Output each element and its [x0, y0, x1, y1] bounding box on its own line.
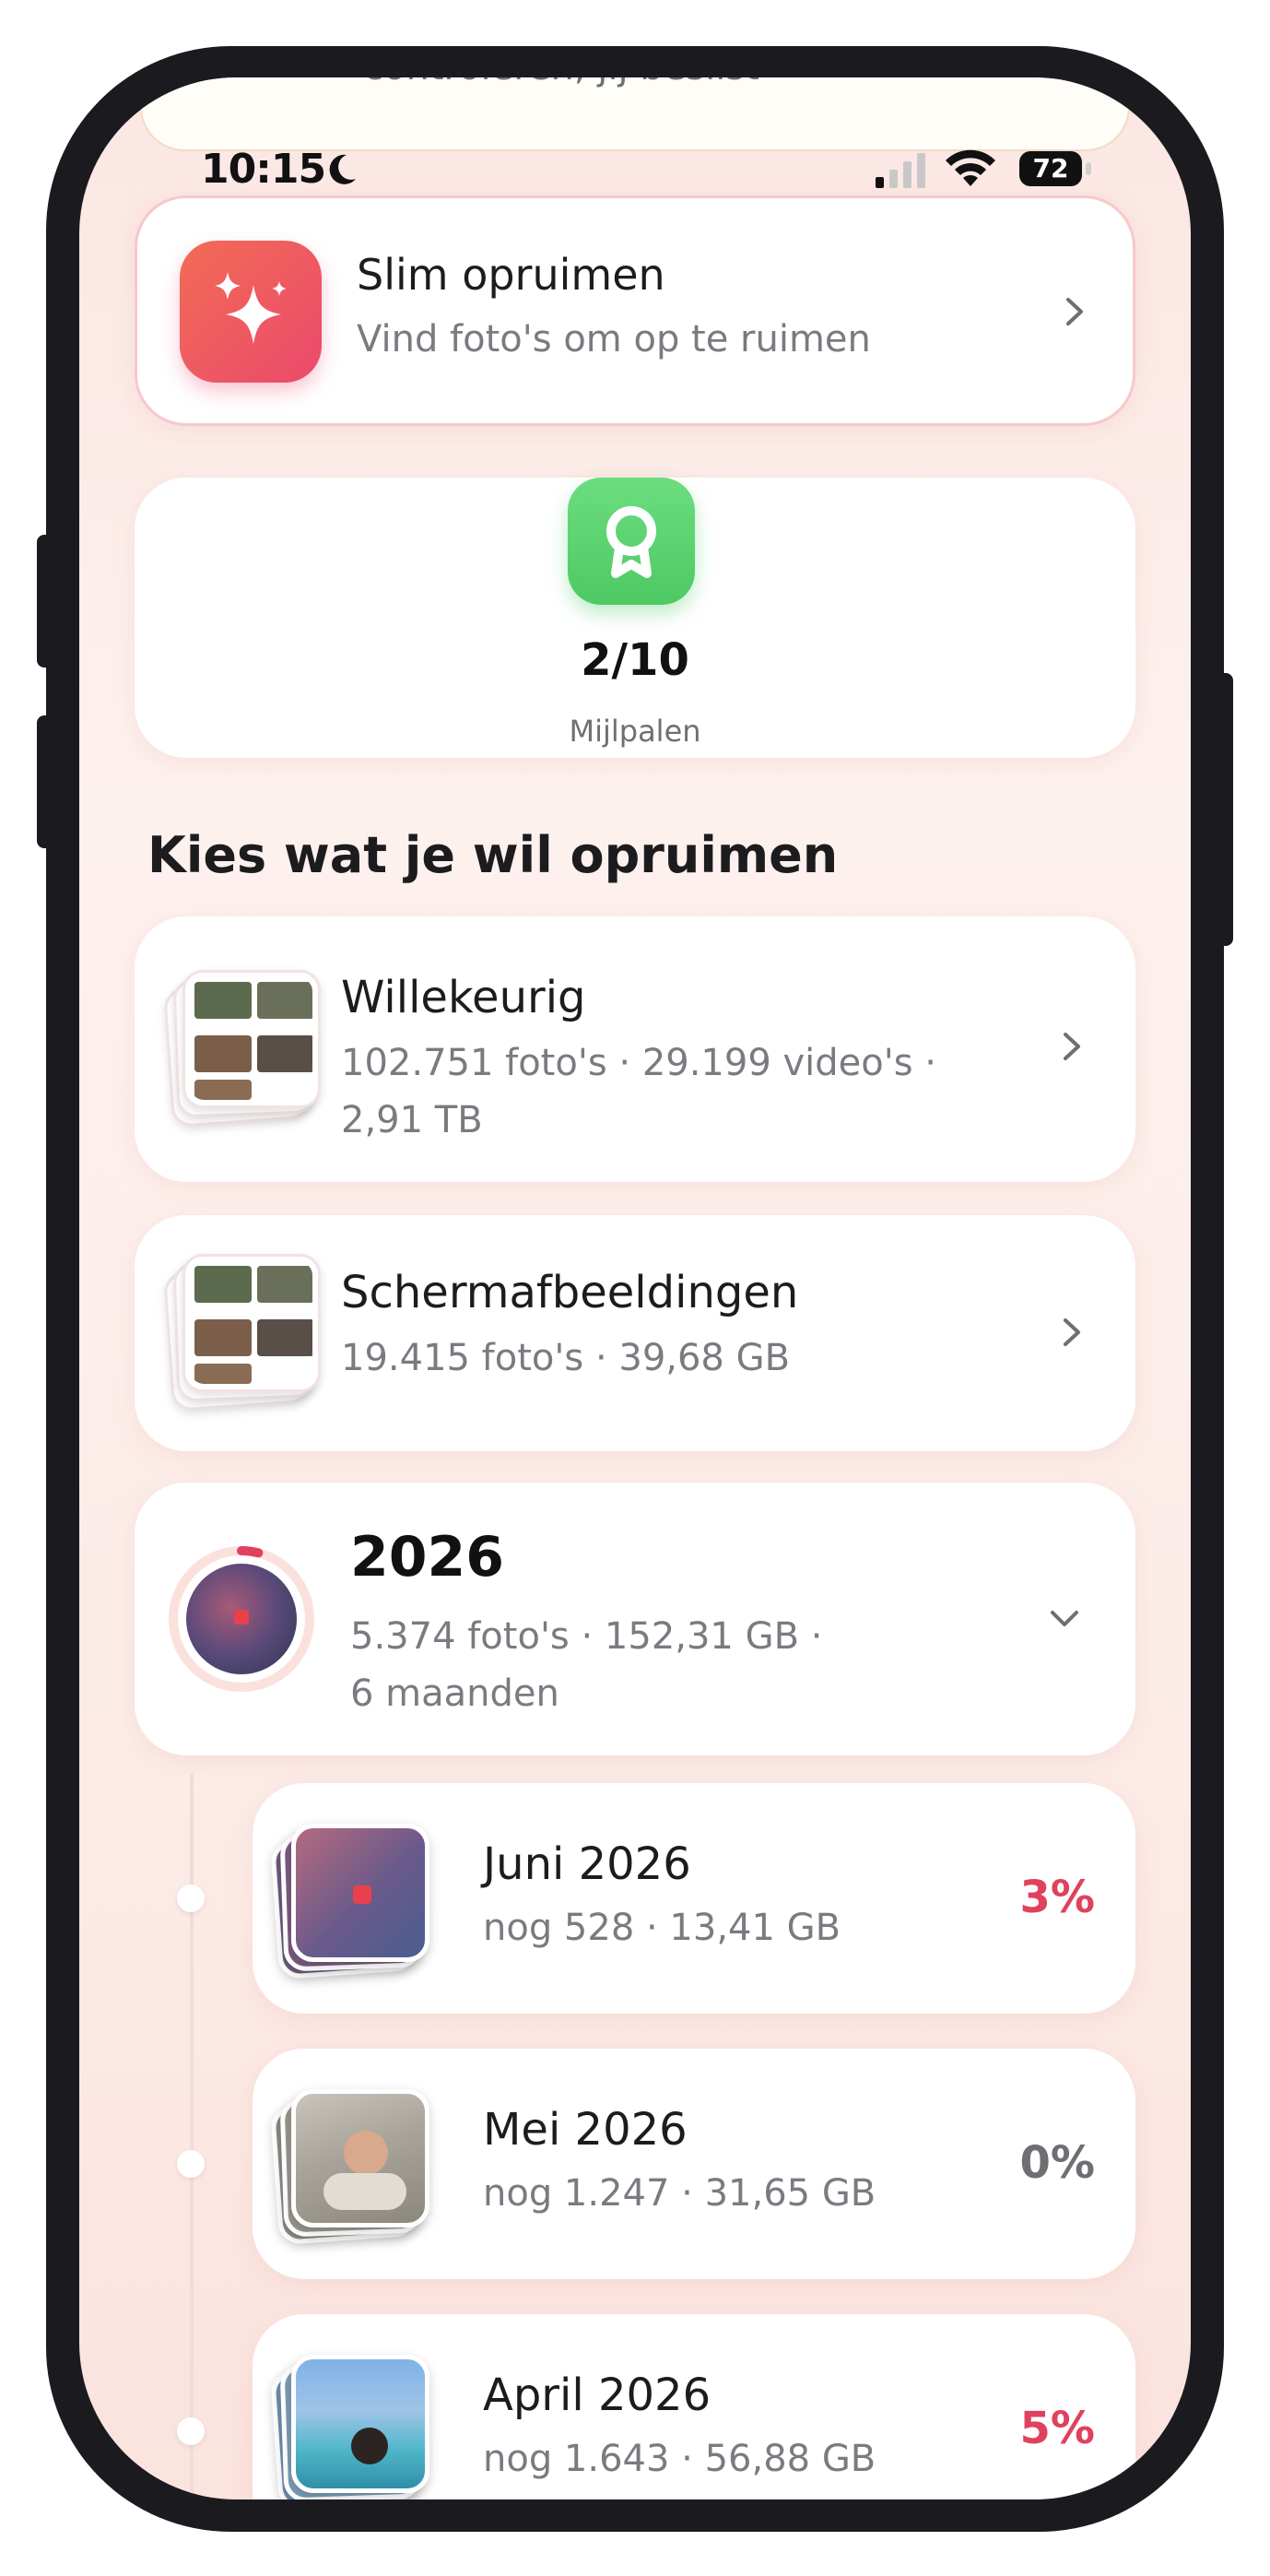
status-bar: 10:15 72: [79, 146, 1191, 201]
award-icon: [568, 478, 695, 605]
milestones-label: Mijlpalen: [569, 714, 701, 749]
month-title: Mei 2026: [483, 2104, 688, 2156]
year-2026-card[interactable]: 2026 5.374 foto's · 152,31 GB · 6 maande…: [135, 1483, 1135, 1755]
month-subtitle: nog 1.643 · 56,88 GB: [483, 2438, 876, 2480]
chevron-down-icon: [1051, 1611, 1078, 1626]
month-percent: 5%: [1019, 2403, 1096, 2454]
month-subtitle: nog 1.247 · 31,65 GB: [483, 2172, 876, 2215]
year-stats: 5.374 foto's · 152,31 GB ·: [350, 1615, 823, 1658]
month-thumbnail: [269, 1824, 441, 1980]
milestones-count: 2/10: [581, 634, 689, 686]
album-random-card[interactable]: Willekeurig 102.751 foto's · 29.199 vide…: [135, 916, 1135, 1182]
status-time: 10:15: [201, 146, 326, 193]
month-subtitle: nog 528 · 13,41 GB: [483, 1907, 841, 1949]
volume-up-button: [37, 715, 55, 848]
chevron-right-icon: [1064, 1033, 1080, 1060]
month-thumbnail: [269, 2355, 441, 2499]
month-timeline: [190, 1774, 194, 2499]
month-card-may[interactable]: Mei 2026 nog 1.247 · 31,65 GB 0%: [253, 2049, 1135, 2279]
month-title: April 2026: [483, 2369, 711, 2421]
peek-text: controleren, jij beslist: [363, 77, 759, 89]
timeline-dot: [177, 2150, 205, 2178]
moon-icon: [329, 154, 356, 184]
year-title: 2026: [350, 1525, 504, 1589]
smart-cleanup-subtitle: Vind foto's om op te ruimen: [357, 318, 871, 360]
section-title: Kies wat je wil opruimen: [147, 826, 839, 884]
signal-icon: [876, 153, 925, 188]
timeline-dot: [177, 2417, 205, 2445]
chevron-right-icon: [1064, 1318, 1080, 1346]
screen: controleren, jij beslist 10:15 72: [79, 77, 1191, 2499]
album-title: Willekeurig: [341, 972, 586, 1023]
wifi-icon: [946, 149, 995, 186]
month-card-april[interactable]: April 2026 nog 1.643 · 56,88 GB 5%: [253, 2314, 1135, 2499]
album-thumbnail: [162, 1254, 321, 1412]
album-stats: 102.751 foto's · 29.199 video's ·: [341, 1042, 937, 1084]
power-button: [1215, 673, 1233, 946]
year-months: 6 maanden: [350, 1672, 559, 1715]
album-screenshots-card[interactable]: Schermafbeeldingen 19.415 foto's · 39,68…: [135, 1215, 1135, 1451]
action-button: [37, 535, 55, 668]
album-title: Schermafbeeldingen: [341, 1267, 799, 1318]
month-percent: 0%: [1019, 2137, 1096, 2189]
battery-indicator: 72: [1019, 151, 1082, 186]
month-thumbnail: [269, 2089, 441, 2246]
smart-cleanup-card[interactable]: Slim opruimen Vind foto's om op te ruime…: [135, 195, 1135, 426]
month-title: Juni 2026: [483, 1838, 691, 1890]
previous-card-peek: controleren, jij beslist: [140, 77, 1130, 151]
album-size: 2,91 TB: [341, 1099, 483, 1141]
year-progress-ring: [169, 1546, 314, 1692]
sparkles-icon: [180, 241, 322, 383]
album-stats: 19.415 foto's · 39,68 GB: [341, 1337, 791, 1379]
milestones-card[interactable]: 2/10 Mijlpalen: [135, 478, 1135, 758]
chevron-right-icon: [1066, 298, 1083, 325]
smart-cleanup-title: Slim opruimen: [357, 250, 665, 300]
battery-tip: [1086, 162, 1091, 175]
month-percent: 3%: [1019, 1872, 1096, 1923]
month-card-june[interactable]: Juni 2026 nog 528 · 13,41 GB 3%: [253, 1783, 1135, 2014]
timeline-dot: [177, 1885, 205, 1912]
album-thumbnail: [162, 970, 321, 1128]
